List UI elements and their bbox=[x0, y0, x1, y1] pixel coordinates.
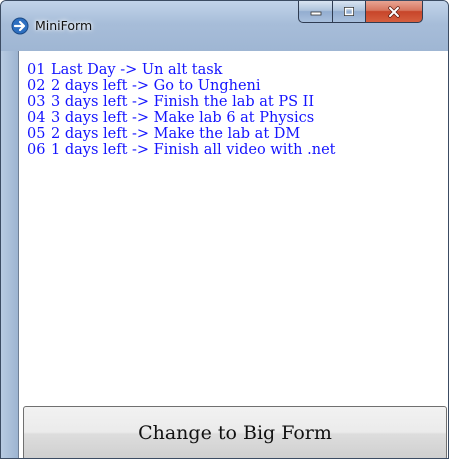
task-text: Last Day -> Un alt task bbox=[51, 62, 223, 78]
task-number: 04 bbox=[27, 110, 46, 126]
close-icon bbox=[388, 5, 400, 18]
task-number: 01 bbox=[27, 62, 46, 78]
caption-buttons bbox=[298, 1, 423, 23]
task-number: 02 bbox=[27, 78, 46, 94]
task-number: 03 bbox=[27, 94, 46, 110]
task-text: 3 days left -> Make lab 6 at Physics bbox=[51, 110, 315, 126]
task-text: 1 days left -> Finish all video with .ne… bbox=[51, 142, 336, 158]
list-item[interactable]: 05 2 days left -> Make the lab at DM bbox=[27, 126, 336, 142]
maximize-icon bbox=[344, 6, 354, 16]
task-number: 05 bbox=[27, 126, 46, 142]
client-area: 01 Last Day -> Un alt task 02 2 days left … bbox=[18, 51, 448, 458]
minimize-icon bbox=[310, 11, 321, 15]
task-text: 2 days left -> Go to Ungheni bbox=[51, 78, 261, 94]
title-bar[interactable]: MiniForm bbox=[1, 1, 448, 51]
task-text: 2 days left -> Make the lab at DM bbox=[51, 126, 301, 142]
minimize-button[interactable] bbox=[298, 1, 332, 23]
list-item[interactable]: 02 2 days left -> Go to Ungheni bbox=[27, 78, 336, 94]
list-item[interactable]: 06 1 days left -> Finish all video with .… bbox=[27, 142, 336, 158]
app-arrow-icon bbox=[11, 17, 29, 35]
task-number: 06 bbox=[27, 142, 46, 158]
change-to-big-form-button[interactable]: Change to Big Form bbox=[23, 406, 447, 458]
miniform-window: MiniForm 01 Last Day -> Un alt task 02 2… bbox=[0, 0, 449, 459]
window-left-frame bbox=[1, 51, 18, 458]
list-item[interactable]: 04 3 days left -> Make lab 6 at Physics bbox=[27, 110, 336, 126]
task-text: 3 days left -> Finish the lab at PS II bbox=[51, 94, 315, 110]
maximize-button[interactable] bbox=[332, 1, 365, 23]
window-title: MiniForm bbox=[35, 18, 93, 33]
list-item[interactable]: 03 3 days left -> Finish the lab at PS II bbox=[27, 94, 336, 110]
task-list[interactable]: 01 Last Day -> Un alt task 02 2 days left … bbox=[27, 62, 336, 158]
list-item[interactable]: 01 Last Day -> Un alt task bbox=[27, 62, 336, 78]
close-button[interactable] bbox=[365, 1, 423, 23]
